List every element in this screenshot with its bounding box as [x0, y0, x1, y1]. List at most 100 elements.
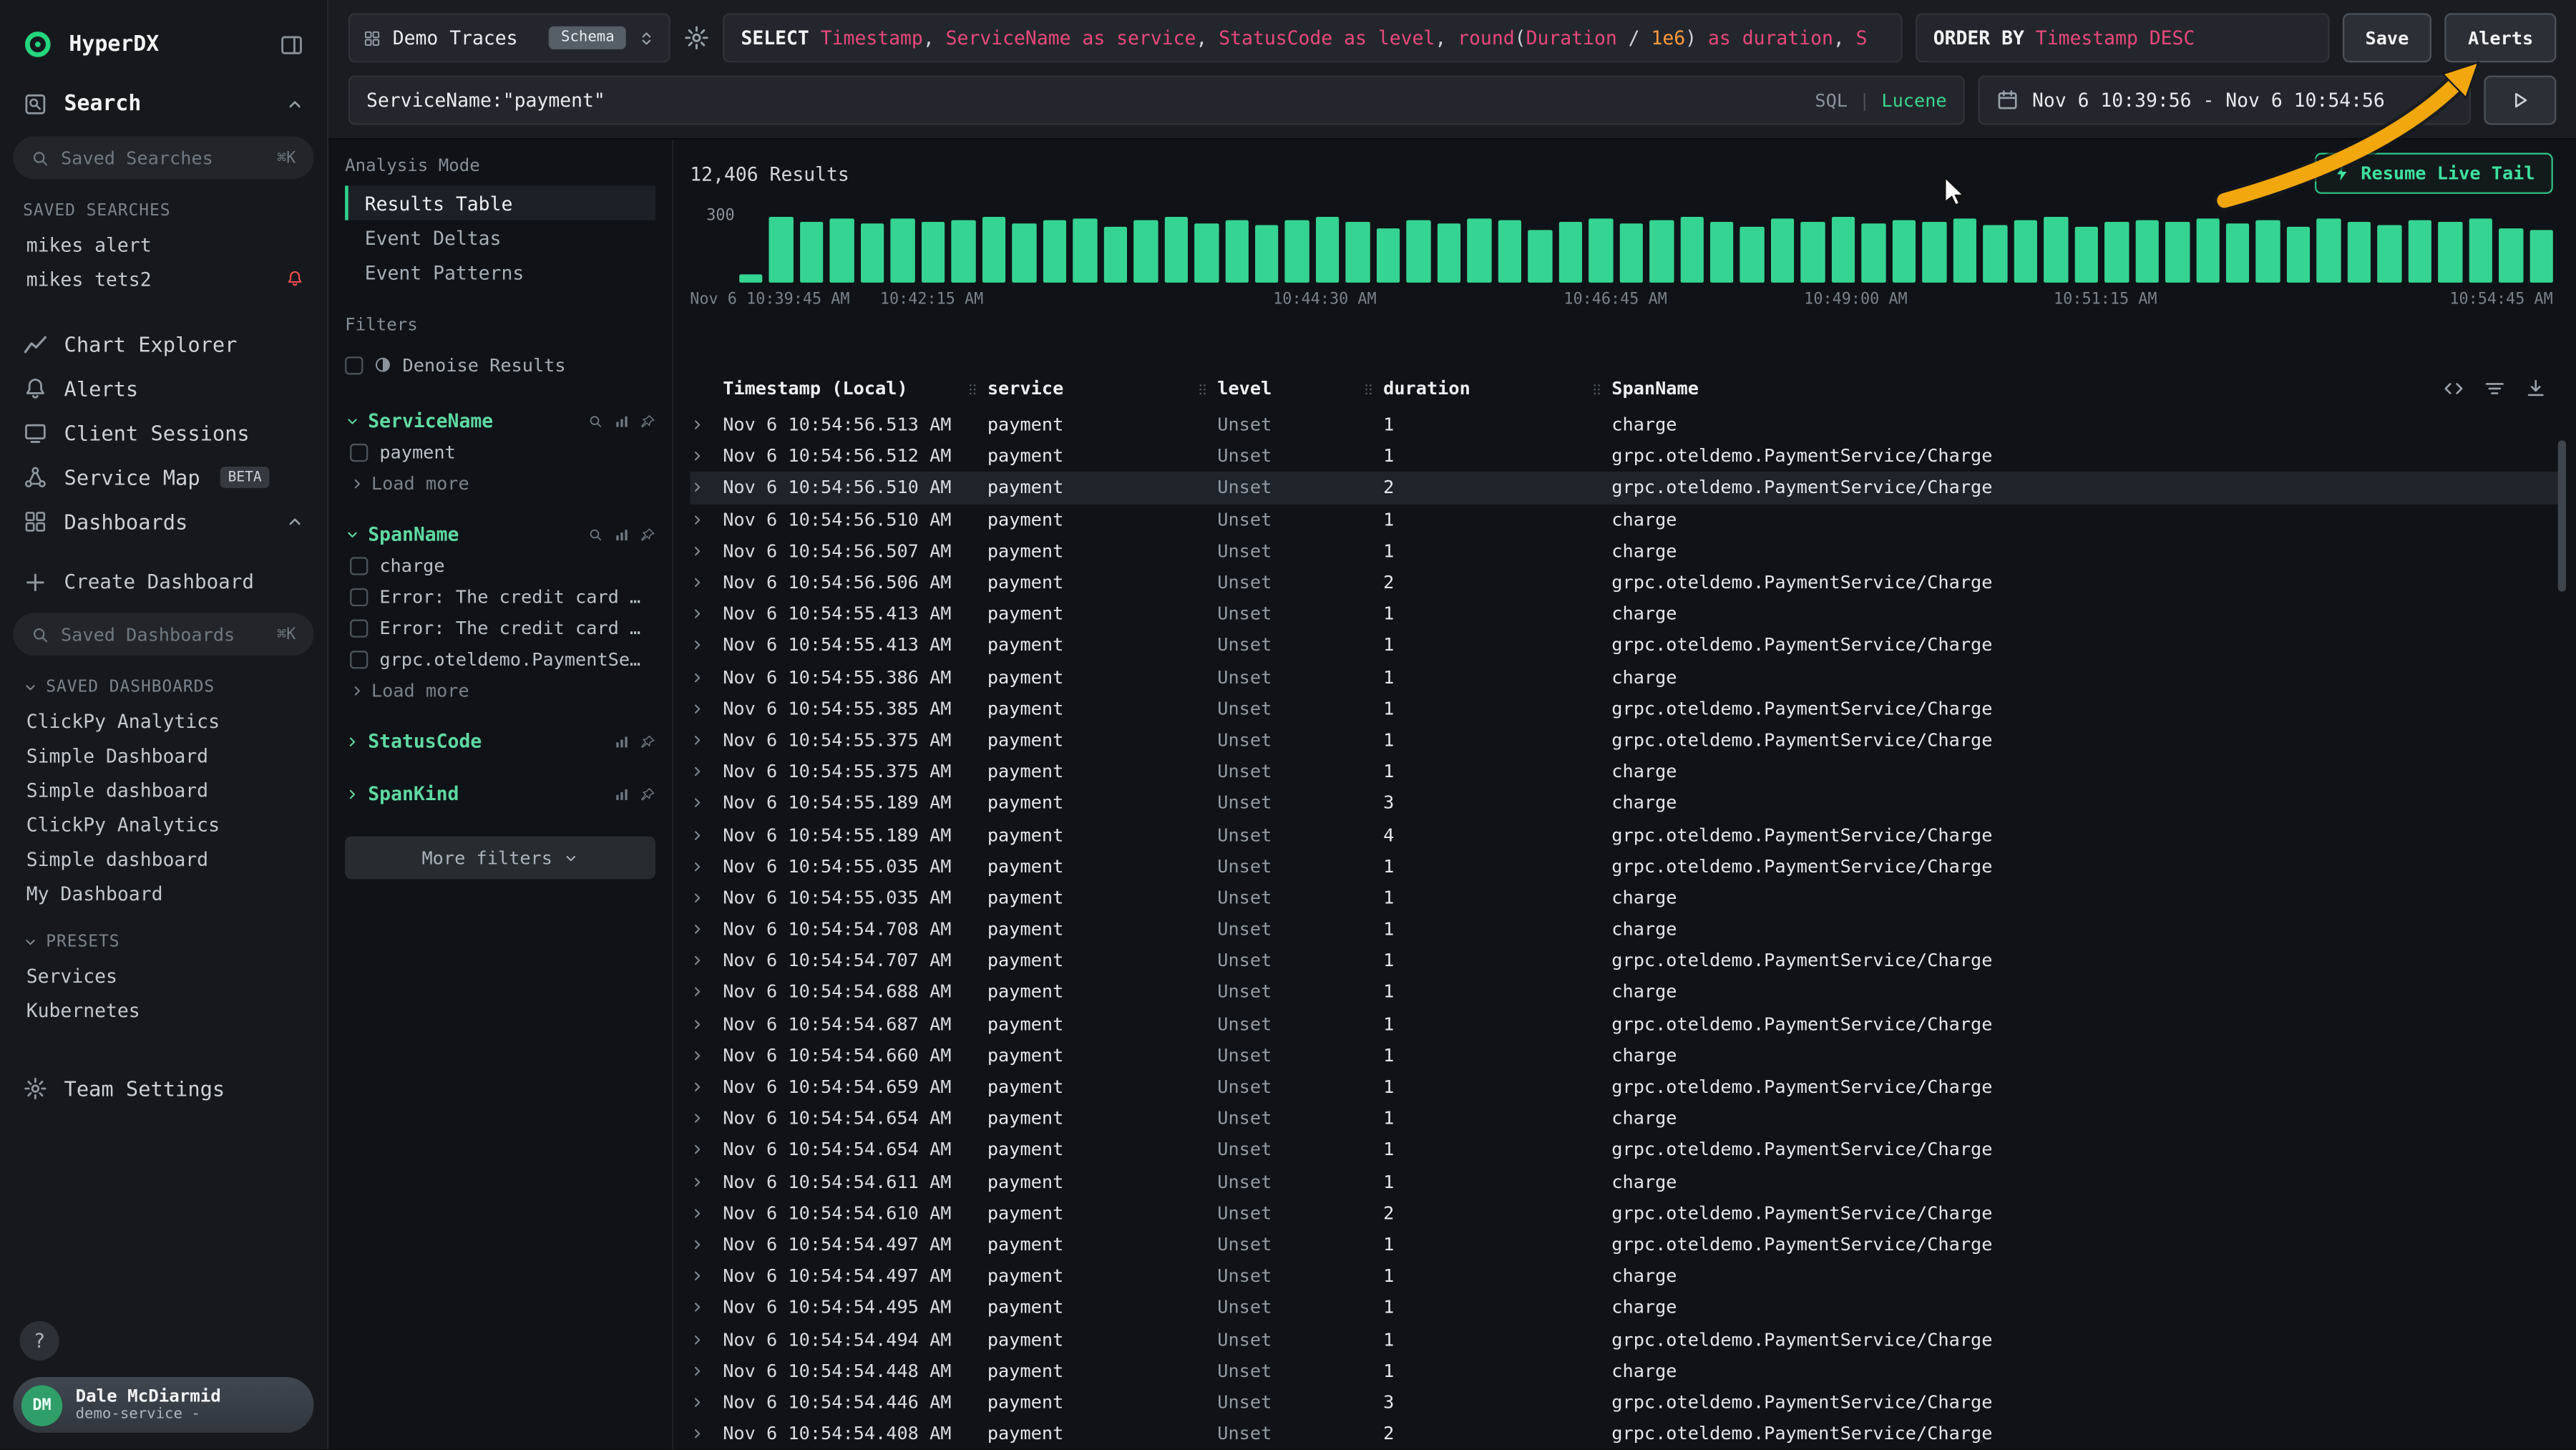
sidebar-item-client-sessions[interactable]: Client Sessions — [0, 411, 327, 455]
expand-row-button[interactable] — [690, 1363, 723, 1378]
sql-query-editor[interactable]: SELECT Timestamp, ServiceName as service… — [723, 13, 1902, 62]
histogram-bar[interactable] — [2226, 224, 2250, 283]
facet-chart-icon[interactable] — [615, 413, 630, 428]
column-header-level[interactable]: level — [1194, 378, 1360, 399]
results-histogram[interactable]: 300 Nov 6 10:39:45 AM10:42:15 AM10:44:30… — [690, 207, 2566, 308]
mode-lucene[interactable]: Lucene — [1881, 89, 1946, 111]
histogram-bar[interactable] — [1740, 226, 1764, 283]
table-row[interactable]: Nov 6 10:54:55.385 AMpaymentUnset1grpc.o… — [690, 693, 2566, 724]
histogram-bar[interactable] — [770, 217, 794, 283]
checkbox[interactable] — [350, 557, 368, 575]
column-header-spanname[interactable]: SpanName — [1589, 378, 2443, 399]
checkbox[interactable] — [345, 356, 363, 374]
expand-row-button[interactable] — [690, 575, 723, 590]
expand-row-button[interactable] — [690, 796, 723, 811]
histogram-bar[interactable] — [2317, 218, 2341, 283]
expand-row-button[interactable] — [690, 985, 723, 1000]
saved-dashboard-item-my-dashboard[interactable]: My Dashboard — [0, 876, 327, 910]
collapse-sidebar-icon[interactable] — [279, 32, 303, 57]
mode-sql[interactable]: SQL — [1815, 89, 1848, 111]
expand-row-button[interactable] — [690, 1300, 723, 1315]
expand-row-button[interactable] — [690, 1237, 723, 1252]
histogram-bar[interactable] — [2014, 220, 2037, 283]
expand-row-button[interactable] — [690, 859, 723, 874]
histogram-bar[interactable] — [2499, 228, 2522, 282]
denoise-results-checkbox[interactable]: Denoise Results — [345, 345, 655, 384]
analysis-mode-event-deltas[interactable]: Event Deltas — [345, 220, 655, 255]
histogram-bar[interactable] — [1680, 218, 1704, 283]
histogram-bar[interactable] — [1862, 223, 1885, 283]
histogram-bar[interactable] — [2195, 218, 2219, 283]
expand-row-button[interactable] — [690, 670, 723, 685]
table-row[interactable]: Nov 6 10:54:54.494 AMpaymentUnset1grpc.o… — [690, 1323, 2566, 1355]
table-row[interactable]: Nov 6 10:54:55.189 AMpaymentUnset3charge — [690, 787, 2566, 819]
column-grip-icon[interactable] — [965, 379, 981, 399]
analysis-mode-results-table[interactable]: Results Table — [345, 185, 655, 220]
histogram-bar[interactable] — [2256, 220, 2280, 283]
saved-dashboard-item-simple-dashboard[interactable]: Simple dashboard — [0, 842, 327, 876]
table-row[interactable]: Nov 6 10:54:56.506 AMpaymentUnset2grpc.o… — [690, 567, 2566, 598]
user-menu[interactable]: DM Dale McDiarmid demo-service - — [13, 1377, 313, 1433]
download-icon[interactable] — [2525, 378, 2547, 399]
table-row[interactable]: Nov 6 10:54:54.408 AMpaymentUnset2grpc.o… — [690, 1418, 2566, 1449]
pin-icon[interactable] — [640, 787, 655, 802]
saved-dashboard-item-clickpy-analytics[interactable]: ClickPy Analytics — [0, 704, 327, 738]
run-query-button[interactable] — [2484, 76, 2556, 125]
table-row[interactable]: Nov 6 10:54:54.446 AMpaymentUnset3grpc.o… — [690, 1386, 2566, 1418]
saved-dashboards-input[interactable]: Saved Dashboards ⌘K — [13, 613, 313, 656]
table-row[interactable]: Nov 6 10:54:54.687 AMpaymentUnset1grpc.o… — [690, 1008, 2566, 1040]
expand-row-button[interactable] — [690, 922, 723, 937]
resume-live-tail-button[interactable]: Resume Live Tail — [2315, 153, 2553, 194]
histogram-bar[interactable] — [2408, 220, 2431, 283]
saved-searches-input[interactable]: Saved Searches ⌘K — [13, 137, 313, 180]
histogram-bar[interactable] — [982, 218, 1005, 283]
saved-dashboards-header[interactable]: SAVED DASHBOARDS — [23, 678, 304, 696]
sidebar-item-dashboards[interactable]: Dashboards — [0, 500, 327, 544]
table-row[interactable]: Nov 6 10:54:55.035 AMpaymentUnset1grpc.o… — [690, 850, 2566, 882]
filter-lines-icon[interactable] — [2484, 378, 2505, 399]
column-header-timestamp[interactable]: Timestamp (Local) — [723, 378, 964, 399]
pin-icon[interactable] — [640, 734, 655, 749]
histogram-bar[interactable] — [1316, 218, 1340, 283]
histogram-bar[interactable] — [1892, 220, 1916, 283]
expand-row-button[interactable] — [690, 1111, 723, 1127]
source-settings-icon[interactable] — [683, 24, 710, 51]
expand-row-button[interactable] — [690, 953, 723, 968]
checkbox[interactable] — [350, 588, 368, 606]
histogram-bar[interactable] — [739, 274, 763, 283]
help-button[interactable]: ? — [20, 1321, 59, 1361]
saved-dashboard-item-simple-dashboard[interactable]: Simple dashboard — [0, 772, 327, 807]
query-language-toggle[interactable]: SQL | Lucene — [1815, 89, 1946, 111]
code-icon[interactable] — [2443, 378, 2464, 399]
sidebar-section-search[interactable]: Search — [0, 72, 327, 127]
table-row[interactable]: Nov 6 10:54:54.497 AMpaymentUnset1grpc.o… — [690, 1229, 2566, 1260]
histogram-bar[interactable] — [1801, 221, 1825, 282]
expand-row-button[interactable] — [690, 1079, 723, 1094]
expand-row-button[interactable] — [690, 1395, 723, 1410]
table-row[interactable]: Nov 6 10:54:54.448 AMpaymentUnset1charge — [690, 1355, 2566, 1386]
source-selector[interactable]: Demo Traces Schema — [348, 13, 670, 62]
load-more-button[interactable]: Load more — [345, 468, 655, 497]
histogram-bar[interactable] — [2469, 219, 2492, 283]
histogram-bar[interactable] — [1377, 228, 1400, 282]
expand-row-button[interactable] — [690, 827, 723, 842]
expand-row-button[interactable] — [690, 1426, 723, 1441]
column-grip-icon[interactable] — [1194, 379, 1211, 399]
expand-row-button[interactable] — [690, 1048, 723, 1063]
column-header-service[interactable]: service — [965, 378, 1194, 399]
table-row[interactable]: Nov 6 10:54:56.512 AMpaymentUnset1grpc.o… — [690, 441, 2566, 472]
expand-row-button[interactable] — [690, 449, 723, 464]
expand-row-button[interactable] — [690, 764, 723, 779]
expand-row-button[interactable] — [690, 1206, 723, 1221]
facet-chart-icon[interactable] — [615, 527, 630, 542]
table-row[interactable]: Nov 6 10:54:55.375 AMpaymentUnset1charge — [690, 756, 2566, 787]
presets-header[interactable]: PRESETS — [23, 933, 304, 951]
table-row[interactable]: Nov 6 10:54:54.659 AMpaymentUnset1grpc.o… — [690, 1071, 2566, 1103]
expand-row-button[interactable] — [690, 607, 723, 622]
saved-search-item-mikes-tets2[interactable]: mikes tets2 — [0, 261, 327, 296]
histogram-bar[interactable] — [1043, 221, 1066, 283]
column-header-duration[interactable]: duration — [1360, 378, 1589, 399]
table-row[interactable]: Nov 6 10:54:56.513 AMpaymentUnset1charge — [690, 409, 2566, 441]
histogram-bar[interactable] — [1194, 223, 1218, 283]
facet-value-error-the-credit-card[interactable]: Error: The credit card … — [345, 613, 655, 644]
